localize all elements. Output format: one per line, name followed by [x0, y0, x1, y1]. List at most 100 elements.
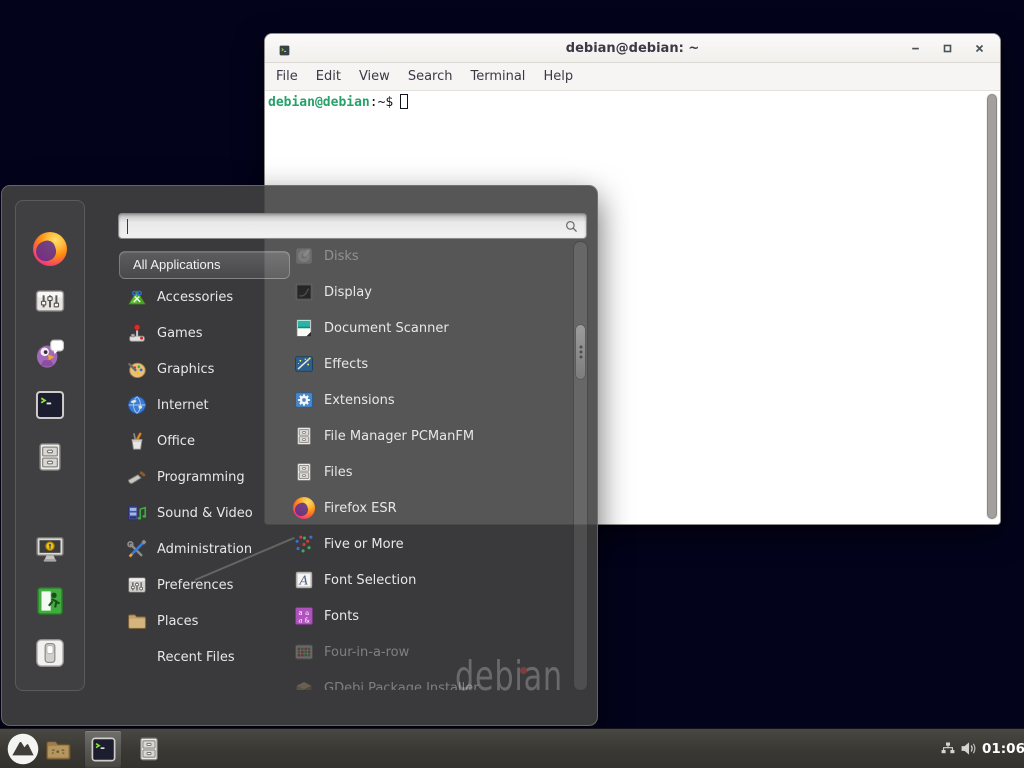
app-label: Display: [324, 285, 372, 300]
svg-text:&: &: [304, 616, 310, 624]
favorite-files[interactable]: [33, 440, 67, 474]
category-label: Places: [157, 614, 198, 629]
files-launcher[interactable]: [135, 734, 163, 764]
fonts-icon: aaa&: [293, 605, 315, 627]
category-internet[interactable]: Internet: [119, 387, 292, 423]
terminal-cursor: [400, 94, 408, 109]
app-document-scanner[interactable]: Document Scanner: [279, 310, 560, 346]
app-disks: Disks: [279, 238, 560, 274]
app-label: Five or More: [324, 537, 404, 552]
favorite-shut-down[interactable]: [33, 636, 67, 670]
app-extensions[interactable]: Extensions: [279, 382, 560, 418]
disks-icon: [293, 245, 315, 267]
app-label: Files: [324, 465, 353, 480]
category-all-applications[interactable]: All Applications: [119, 251, 290, 279]
app-four-in-a-row: Four-in-a-row: [279, 634, 560, 670]
gdebi-icon: [293, 677, 315, 690]
search-box[interactable]: [118, 213, 587, 239]
app-five-or-more[interactable]: Five or More: [279, 526, 560, 562]
applications-list: Disks Display Document Scanner Effects Exten…: [279, 238, 560, 690]
terminal-launcher-active[interactable]: [84, 730, 122, 768]
category-label: Recent Files: [157, 650, 235, 665]
programming-icon: [126, 466, 148, 488]
applications-scrollbar[interactable]: [573, 241, 588, 691]
category-places[interactable]: Places: [119, 603, 292, 639]
category-programming[interactable]: Programming: [119, 459, 292, 495]
close-button[interactable]: [971, 40, 988, 57]
favorite-log-out[interactable]: [33, 584, 67, 618]
search-icon: [564, 219, 579, 234]
category-preferences[interactable]: Preferences: [119, 567, 292, 603]
app-label: Extensions: [324, 393, 395, 408]
app-gdebi-package-installer: GDebi Package Installer: [279, 670, 560, 690]
internet-icon: [126, 394, 148, 416]
menu-search[interactable]: Search: [399, 63, 462, 91]
file-manager-launcher[interactable]: [43, 735, 73, 764]
category-label: Internet: [157, 398, 209, 413]
app-label: File Manager PCManFM: [324, 429, 474, 444]
effects-icon: [293, 353, 315, 375]
prompt-path-symbol: :~$: [370, 95, 393, 110]
app-display[interactable]: Display: [279, 274, 560, 310]
app-effects[interactable]: Effects: [279, 346, 560, 382]
taskbar: 01:06: [0, 728, 1024, 768]
category-administration[interactable]: Administration: [119, 531, 292, 567]
category-label: Games: [157, 326, 202, 341]
category-games[interactable]: Games: [119, 315, 292, 351]
clock[interactable]: 01:06: [982, 729, 1024, 768]
menu-view[interactable]: View: [350, 63, 399, 91]
category-label: Office: [157, 434, 195, 449]
favorite-terminal[interactable]: [33, 388, 67, 422]
favorite-control-center[interactable]: [33, 284, 67, 318]
menu-file[interactable]: File: [267, 63, 307, 91]
minimize-button[interactable]: [907, 40, 924, 57]
category-accessories[interactable]: Accessories: [119, 279, 292, 315]
svg-text:A: A: [299, 573, 309, 587]
menu-edit[interactable]: Edit: [307, 63, 350, 91]
font-selection-icon: A: [293, 569, 315, 591]
category-sound-video[interactable]: Sound & Video: [119, 495, 292, 531]
maximize-button[interactable]: [939, 40, 956, 57]
favorite-pidgin[interactable]: [33, 336, 67, 370]
places-icon: [126, 610, 148, 632]
terminal-titlebar[interactable]: debian@debian: ~: [265, 34, 1000, 63]
games-icon: [126, 322, 148, 344]
network-icon[interactable]: [940, 741, 956, 756]
app-font-selection[interactable]: A Font Selection: [279, 562, 560, 598]
menu-button[interactable]: [6, 732, 40, 766]
favorite-lock-screen[interactable]: [33, 532, 67, 566]
menu-help[interactable]: Help: [534, 63, 582, 91]
graphics-icon: [126, 358, 148, 380]
app-label: Font Selection: [324, 573, 416, 588]
prompt-user-host: debian@debian: [268, 95, 370, 110]
category-office[interactable]: Office: [119, 423, 292, 459]
app-fonts[interactable]: aaa&Fonts: [279, 598, 560, 634]
app-file-manager-pcmanfm[interactable]: File Manager PCManFM: [279, 418, 560, 454]
category-label: Preferences: [157, 578, 233, 593]
text-caret: [127, 219, 128, 234]
category-recent-files[interactable]: Recent Files: [119, 639, 292, 675]
app-label: Effects: [324, 357, 368, 372]
category-label: Sound & Video: [157, 506, 253, 521]
favorites-column: [15, 200, 85, 691]
app-label: GDebi Package Installer: [324, 681, 479, 691]
office-icon: [126, 430, 148, 452]
terminal-scrollbar-thumb[interactable]: [987, 94, 997, 519]
menu-terminal[interactable]: Terminal: [461, 63, 534, 91]
sound-video-icon: [126, 502, 148, 524]
terminal-scrollbar[interactable]: [986, 93, 998, 520]
app-files[interactable]: Files: [279, 454, 560, 490]
terminal-menubar: FileEditViewSearchTerminalHelp: [265, 63, 1000, 91]
app-label: Four-in-a-row: [324, 645, 409, 660]
file-cabinet-icon: [293, 425, 315, 447]
app-label: Fonts: [324, 609, 359, 624]
favorite-firefox[interactable]: [33, 232, 67, 266]
category-graphics[interactable]: Graphics: [119, 351, 292, 387]
search-input[interactable]: [126, 216, 556, 236]
volume-icon[interactable]: [960, 740, 977, 757]
administration-icon: [126, 538, 148, 560]
applications-scrollbar-thumb[interactable]: [575, 324, 586, 380]
app-firefox-esr[interactable]: Firefox ESR: [279, 490, 560, 526]
document-scanner-icon: [293, 317, 315, 339]
file-cabinet-icon: [293, 461, 315, 483]
